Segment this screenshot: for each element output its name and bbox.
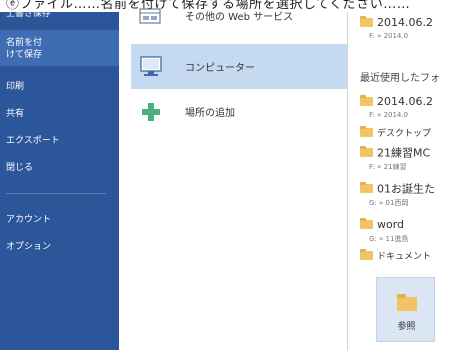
place-label: 場所の追加 (185, 108, 235, 119)
nav-item-label: 共有 (6, 109, 25, 119)
add-place-icon (141, 102, 161, 126)
browse-label: 参照 (397, 322, 416, 332)
folder-name: 21練習MC (377, 146, 431, 160)
nav-item-save-as[interactable]: 名前を付けて保存 (0, 30, 119, 66)
recent-folder-item[interactable]: 21練習MC F: » 21練習 (360, 142, 430, 172)
recent-folder-item[interactable]: 2014.06.2 F: » 2014.0 (360, 91, 433, 119)
folder-open-icon (397, 294, 417, 311)
folder-path: F: » 2014.0 (369, 111, 409, 119)
folder-icon (360, 146, 373, 157)
folder-name: word (377, 218, 405, 231)
backstage-nav: 上書き保存 名前を付けて保存 印刷 共有 エクスポート 閉じる アカウント オプ… (0, 9, 119, 350)
nav-item-label: 名前を付けて保存 (6, 38, 43, 60)
folder-icon (360, 16, 373, 27)
folder-name: デスクトップ (377, 129, 432, 139)
nav-item-label: アカウント (6, 215, 52, 225)
folder-name: 2014.06.2 (377, 16, 433, 29)
folder-path: F: » 2014.0 (369, 32, 409, 40)
place-computer[interactable]: コンピューター (131, 44, 347, 89)
places-list: その他の Web サービス コンピューター 場所の追加 (119, 8, 347, 350)
nav-divider (6, 193, 106, 194)
recent-folders-header: 最近使用したフォ (360, 73, 440, 84)
folder-icon (360, 126, 373, 137)
place-label: その他の Web サービス (185, 12, 294, 23)
place-label: コンピューター (185, 63, 255, 74)
folder-icon (360, 182, 373, 193)
nav-item-share[interactable]: 共有 (0, 105, 119, 123)
nav-item-export[interactable]: エクスポート (0, 132, 119, 150)
place-add-location[interactable]: 場所の追加 (131, 98, 347, 126)
nav-item-label: エクスポート (6, 136, 60, 146)
folder-name: 2014.06.2 (377, 95, 433, 108)
nav-item-account[interactable]: アカウント (0, 211, 119, 229)
folder-icon (360, 95, 373, 106)
recent-folder-item[interactable]: デスクトップ (360, 122, 431, 141)
computer-icon (139, 56, 163, 82)
recent-folder-item[interactable]: word G: » 11進島 (360, 214, 408, 244)
folder-path: G: » 11進島 (369, 235, 409, 243)
recent-folder-item[interactable]: 01お誕生た G: » 01西岡 (360, 178, 435, 208)
recent-folder-item[interactable]: ドキュメント (360, 245, 431, 264)
folder-icon (360, 249, 373, 260)
folder-name: 01お誕生た (377, 182, 435, 196)
nav-item-print[interactable]: 印刷 (0, 78, 119, 96)
folder-path: G: » 01西岡 (369, 199, 409, 207)
recent-folder-top[interactable]: 2014.06.2 F: » 2014.0 (360, 12, 433, 40)
nav-item-options[interactable]: オプション (0, 238, 119, 256)
folder-name: ドキュメント (377, 252, 432, 262)
nav-item-label: 上書き保存 (6, 9, 52, 19)
folder-path: F: » 21練習 (369, 163, 407, 171)
nav-item-label: 閉じる (6, 163, 34, 173)
nav-item-label: オプション (6, 242, 52, 252)
nav-item-label: 印刷 (6, 82, 25, 92)
nav-item-close[interactable]: 閉じる (0, 159, 119, 177)
place-web-services[interactable]: その他の Web サービス (131, 2, 347, 30)
nav-item-save[interactable]: 上書き保存 (0, 0, 119, 22)
folder-icon (360, 218, 373, 229)
web-services-icon (139, 8, 161, 30)
browse-button[interactable]: 参照 (376, 277, 435, 342)
